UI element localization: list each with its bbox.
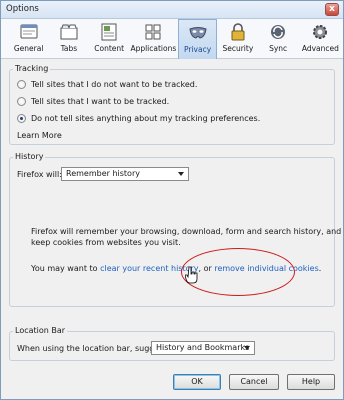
tabs-icon <box>60 24 78 40</box>
location-bar-title: Location Bar <box>13 326 68 335</box>
tab-sync[interactable]: Sync <box>259 19 298 59</box>
tab-sync-label: Sync <box>269 44 288 53</box>
tab-privacy[interactable]: Privacy <box>177 19 218 59</box>
learn-more-link[interactable]: Learn More <box>17 130 62 141</box>
radio-button[interactable] <box>17 97 26 106</box>
content-icon <box>101 23 117 41</box>
tab-applications-label: Applications <box>130 44 177 53</box>
tab-security[interactable]: Security <box>218 19 257 59</box>
cancel-button[interactable]: Cancel <box>229 374 279 390</box>
suggestion-prefix: You may want to <box>31 264 101 273</box>
tab-tabs-label: Tabs <box>60 44 78 53</box>
tab-general-label: General <box>13 44 44 53</box>
close-button[interactable]: x <box>325 3 339 16</box>
hand-cursor-icon <box>185 266 198 284</box>
suggest-label: When using the location bar, suggest: <box>17 344 170 353</box>
ok-button[interactable]: OK <box>173 374 221 390</box>
applications-icon <box>145 24 161 40</box>
sync-icon <box>271 25 286 39</box>
radio-button[interactable] <box>17 80 26 89</box>
chevron-down-icon <box>244 346 250 350</box>
tracking-option-no-preference[interactable]: Do not tell sites anything about my trac… <box>17 114 260 123</box>
security-lock-icon <box>231 23 245 41</box>
history-title: History <box>13 152 46 161</box>
tracking-option-track[interactable]: Tell sites that I want to be tracked. <box>17 97 169 106</box>
tab-advanced-label: Advanced <box>301 44 339 53</box>
firefox-will-label: Firefox will: <box>17 170 62 179</box>
tab-security-label: Security <box>222 44 254 53</box>
radio-label: Tell sites that I do not want to be trac… <box>31 80 198 89</box>
suggest-value: History and Bookmarks <box>156 343 250 352</box>
chevron-down-icon <box>178 172 184 176</box>
window-title: Options <box>6 4 39 14</box>
help-button[interactable]: Help <box>287 374 335 390</box>
history-description-line1: Firefox will remember your browsing, dow… <box>31 227 342 236</box>
radio-button-checked[interactable] <box>17 114 26 123</box>
tracking-option-do-not-track[interactable]: Tell sites that I do not want to be trac… <box>17 80 197 89</box>
tab-advanced[interactable]: Advanced <box>299 19 342 59</box>
tab-applications[interactable]: Applications <box>130 19 177 59</box>
advanced-gear-icon <box>313 25 328 39</box>
history-mode-value: Remember history <box>66 169 140 178</box>
tab-general[interactable]: General <box>9 19 48 59</box>
history-mode-select[interactable]: Remember history <box>61 167 189 181</box>
options-toolbar: General Tabs Content Applications Privac… <box>1 19 343 59</box>
tab-privacy-label: Privacy <box>184 45 212 54</box>
radio-label: Tell sites that I want to be tracked. <box>31 97 170 106</box>
tab-tabs[interactable]: Tabs <box>49 19 88 59</box>
suggestion-suffix: . <box>318 264 322 273</box>
options-window: Options x General Tabs Content Applicati… <box>0 0 344 400</box>
radio-label: Do not tell sites anything about my trac… <box>31 114 261 123</box>
tracking-title: Tracking <box>13 64 51 73</box>
title-bar: Options x <box>1 1 343 19</box>
tab-content[interactable]: Content <box>90 19 129 59</box>
history-description-line2: keep cookies from websites you visit. <box>31 238 181 247</box>
general-icon <box>20 24 38 39</box>
tab-content-label: Content <box>94 44 125 53</box>
suggest-select[interactable]: History and Bookmarks <box>151 341 255 355</box>
privacy-mask-icon <box>189 27 207 39</box>
